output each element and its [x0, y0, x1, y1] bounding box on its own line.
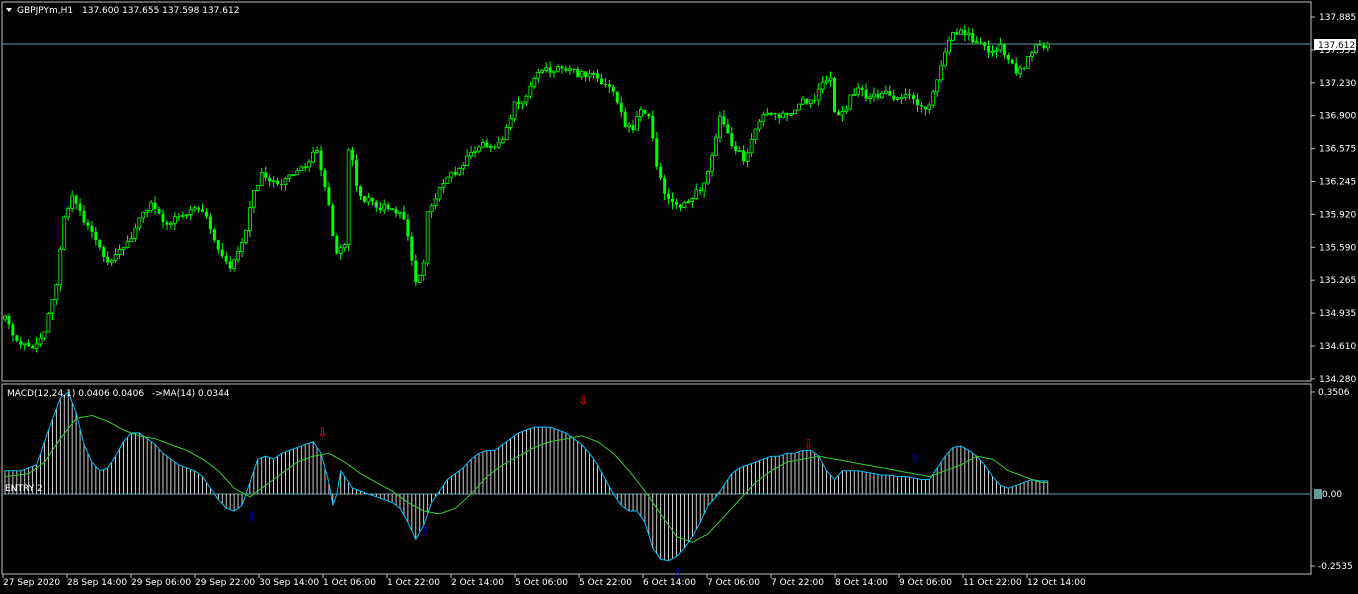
time-tick-label: 6 Oct 14:00 [643, 578, 696, 588]
macd-zero-tag: 0.00 [1314, 489, 1342, 500]
chart-canvas[interactable]: 137.885137.555137.230136.900136.575136.2… [0, 0, 1358, 594]
down-arrow-icon: ⇩ [578, 394, 589, 409]
candle [445, 176, 450, 184]
candle [793, 109, 797, 115]
chart-background [0, 0, 1358, 594]
candle [255, 185, 260, 192]
current-price-label: 137.612 [1318, 41, 1355, 51]
candle [58, 246, 63, 292]
price-tick-label: 135.590 [1319, 243, 1356, 253]
candle [848, 94, 853, 111]
macd-label: MACD(12,24,1) 0.0406 0.0406 [7, 389, 144, 399]
candle [362, 195, 366, 204]
candle [46, 312, 51, 333]
up-arrow-icon: ⇧ [420, 524, 431, 539]
candle [706, 170, 710, 186]
price-tick-label: 137.230 [1319, 79, 1356, 89]
candle [355, 154, 359, 192]
candle [417, 274, 422, 283]
up-arrow-icon: ⇧ [246, 510, 257, 525]
current-price-tag: 137.612 [1314, 39, 1356, 51]
time-tick-label: 29 Sep 06:00 [131, 578, 191, 588]
time-tick-label: 7 Oct 06:00 [707, 578, 760, 588]
time-tick-label: 28 Sep 14:00 [67, 578, 127, 588]
macd-ma-label: ->MA(14) 0.0344 [152, 389, 230, 399]
price-tick-label: 136.575 [1319, 145, 1356, 155]
up-arrow-icon: ⇧ [910, 452, 921, 467]
macd-zero-label: 0.00 [1322, 490, 1342, 500]
time-tick-label: 2 Oct 14:00 [451, 578, 504, 588]
candle [682, 200, 687, 209]
candle [951, 32, 955, 42]
macd-tick-label: -0.2535 [1318, 562, 1353, 572]
candle [833, 76, 836, 113]
time-tick-label: 5 Oct 06:00 [515, 578, 568, 588]
time-tick-label: 27 Sep 2020 [3, 578, 60, 588]
ohlc-label: 137.600 137.655 137.598 137.612 [82, 6, 239, 16]
price-tick-label: 134.610 [1319, 342, 1356, 352]
candle [425, 211, 430, 267]
candle [335, 233, 339, 255]
candle [1034, 43, 1038, 55]
time-tick-label: 11 Oct 22:00 [963, 578, 1022, 588]
price-tick-label: 135.265 [1319, 276, 1356, 286]
time-tick-label: 8 Oct 14:00 [835, 578, 888, 588]
candle [931, 89, 936, 109]
candle [62, 215, 67, 251]
price-tick-label: 135.920 [1319, 210, 1356, 220]
macd-header: MACD(12,24,1) 0.0406 0.0406 ->MA(14) 0.0… [7, 389, 230, 399]
time-tick-label: 7 Oct 22:00 [771, 578, 824, 588]
price-tick-label: 134.935 [1319, 309, 1356, 319]
time-tick-label: 12 Oct 14:00 [1027, 578, 1086, 588]
candle [718, 111, 722, 143]
entry-label: ENTRY 2 [5, 484, 43, 494]
price-tick-label: 136.900 [1319, 112, 1356, 122]
candle [291, 174, 296, 177]
price-tick-label: 136.245 [1319, 178, 1356, 188]
candle [643, 109, 647, 115]
symbol-label: GBPJPYm,H1 [17, 6, 73, 16]
candle [797, 103, 801, 111]
candle [1026, 55, 1030, 69]
time-tick-label: 1 Oct 22:00 [387, 578, 440, 588]
candle [615, 91, 619, 105]
time-tick-label: 5 Oct 22:00 [579, 578, 632, 588]
time-tick-label: 1 Oct 06:00 [323, 578, 376, 588]
time-tick-label: 30 Sep 14:00 [259, 578, 319, 588]
candle [244, 229, 248, 245]
down-arrow-icon: ⇩ [803, 438, 814, 453]
price-tick-label: 134.280 [1319, 375, 1356, 385]
macd-tick-label: 0.3506 [1318, 388, 1350, 398]
price-tick-label: 137.885 [1319, 13, 1356, 23]
time-tick-label: 9 Oct 06:00 [899, 578, 952, 588]
candle [512, 101, 517, 122]
candle [346, 148, 351, 252]
candle [457, 166, 462, 177]
candle [331, 203, 335, 237]
down-arrow-icon: ⇩ [317, 426, 328, 441]
chart-header: GBPJPYm,H1 137.600 137.655 137.598 137.6… [6, 6, 239, 16]
time-tick-label: 29 Sep 22:00 [195, 578, 255, 588]
